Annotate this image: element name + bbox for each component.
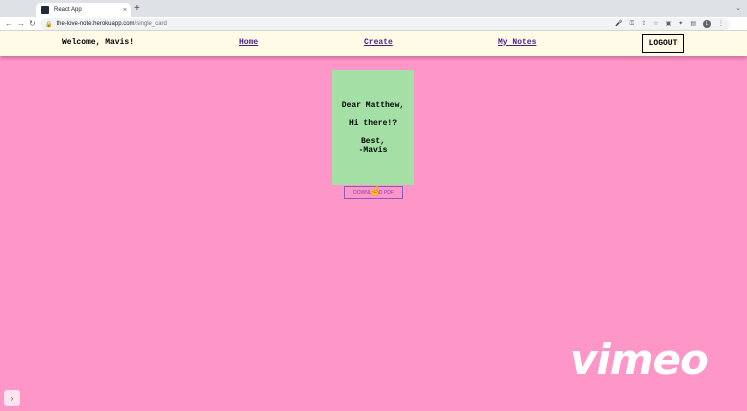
browser-toolbar: ← → ↻ 🔒 the-love-note.herokuapp.com /sin… — [0, 17, 747, 31]
puzzle-icon[interactable]: ✦ — [678, 20, 683, 28]
tab-search-icon[interactable]: ⌄ — [735, 4, 741, 12]
reload-icon[interactable]: ↻ — [29, 18, 36, 30]
expand-chevron-icon[interactable]: › — [4, 390, 20, 406]
tab-title: React App — [54, 7, 82, 13]
kebab-menu-icon[interactable]: ⋮ — [718, 20, 724, 28]
card-signature: -Mavis — [358, 146, 388, 155]
vimeo-logo: vimeo — [570, 335, 709, 384]
microphone-icon[interactable]: 🎤 — [615, 20, 622, 28]
lock-icon: 🔒 — [45, 21, 53, 28]
side-panel-icon[interactable]: ▤ — [690, 20, 696, 28]
app-navbar: Welcome, Mavis! Home Create My Notes LOG… — [0, 31, 747, 56]
react-app-favicon-icon — [41, 6, 49, 14]
nav-link-home[interactable]: Home — [239, 38, 258, 47]
address-bar-actions: 🎤 ⚿ ⇪ ☆ ▣ ✦ ▤ L ⋮ — [615, 20, 724, 28]
love-note-card: Dear Matthew, Hi there!? Best, -Mavis — [332, 70, 414, 185]
logout-button[interactable]: LOGOUT — [642, 34, 684, 53]
profile-avatar[interactable]: L — [703, 20, 711, 28]
nav-link-my-notes[interactable]: My Notes — [498, 38, 536, 47]
welcome-message: Welcome, Mavis! — [62, 38, 135, 47]
new-tab-icon[interactable]: + — [134, 3, 140, 15]
bookmark-star-icon[interactable]: ☆ — [653, 20, 658, 28]
nav-link-create[interactable]: Create — [364, 38, 393, 47]
forward-icon[interactable]: → — [17, 18, 25, 30]
card-closing: Best, — [360, 137, 385, 146]
share-icon[interactable]: ⇪ — [641, 20, 646, 28]
hand-cursor-icon: ☝ — [369, 186, 382, 197]
key-icon[interactable]: ⚿ — [630, 20, 635, 28]
card-message: Hi there!? — [348, 119, 397, 128]
back-icon[interactable]: ← — [5, 18, 13, 30]
url-host: the-love-note.herokuapp.com — [56, 21, 135, 27]
address-bar[interactable]: 🔒 the-love-note.herokuapp.com /single_ca… — [40, 18, 730, 30]
tab-close-icon[interactable]: × — [123, 7, 127, 14]
browser-tab[interactable]: React App × — [36, 3, 131, 17]
browser-tab-bar: React App × + ⌄ — [0, 0, 747, 17]
card-greeting: Dear Matthew, — [341, 101, 405, 110]
extension-icon[interactable]: ▣ — [666, 20, 672, 28]
url-path: /single_card — [134, 21, 167, 27]
